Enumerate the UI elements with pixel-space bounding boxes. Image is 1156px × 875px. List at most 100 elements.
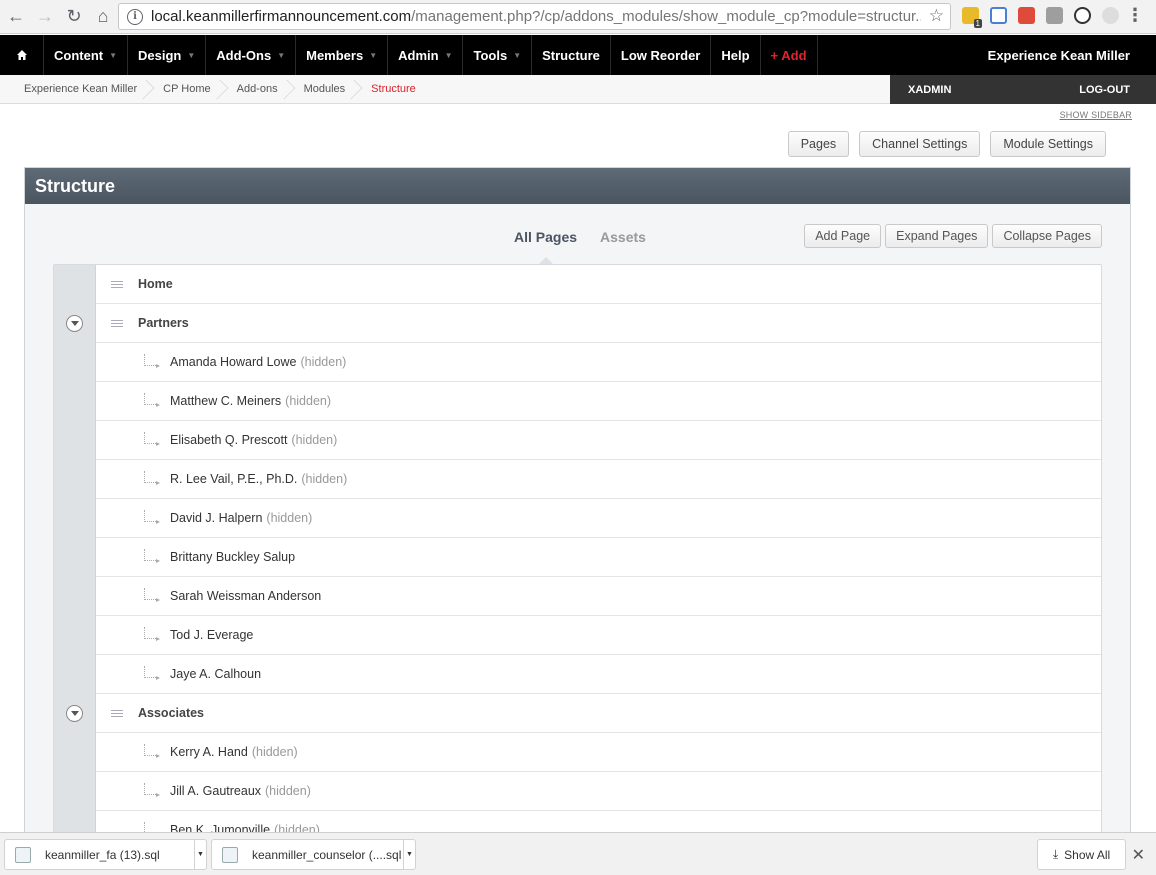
nav-members[interactable]: Members ▼ (296, 35, 389, 75)
row-gutter (54, 498, 96, 538)
extension-mail-icon[interactable]: 1 (962, 7, 982, 28)
drag-handle-icon[interactable] (111, 709, 123, 717)
forward-icon[interactable]: → (32, 4, 58, 30)
breadcrumb-item[interactable]: Add-ons (225, 75, 292, 104)
nav-low-reorder-label: Low Reorder (620, 47, 701, 63)
page-title-link[interactable]: Associates (138, 706, 204, 720)
tree-row-child[interactable]: Kerry A. Hand (hidden) (54, 732, 1101, 772)
nav-content[interactable]: Content ▼ (44, 35, 129, 75)
address-bar[interactable]: i local.keanmillerfirmannouncement.com/m… (118, 3, 951, 30)
add-page-button[interactable]: Add Page (804, 224, 882, 248)
nav-tools[interactable]: Tools ▼ (463, 35, 533, 75)
child-branch-icon (144, 393, 160, 407)
page-title-link[interactable]: Matthew C. Meiners (170, 394, 281, 408)
extension-tag-icon[interactable] (990, 7, 1007, 24)
download-item[interactable]: keanmiller_fa (13).sql ▼ (4, 839, 207, 870)
page-title-link[interactable]: Partners (138, 316, 189, 330)
nav-low-reorder[interactable]: Low Reorder (611, 35, 712, 75)
nav-structure-label: Structure (542, 47, 600, 63)
tree-row-parent[interactable]: Associates (54, 693, 1101, 733)
extension-gear-icon[interactable] (1102, 7, 1119, 24)
breadcrumb-item[interactable]: Modules (292, 75, 360, 104)
tree-row-child[interactable]: Jill A. Gautreaux (hidden) (54, 771, 1101, 811)
page-title-link[interactable]: Home (138, 277, 173, 291)
home-icon[interactable]: ⌂ (90, 4, 116, 30)
channel-settings-button[interactable]: Channel Settings (859, 131, 981, 157)
hidden-status-label: (hidden) (301, 472, 348, 486)
breadcrumb: Experience Kean Miller CP Home Add-ons M… (0, 75, 1156, 104)
tree-row-child[interactable]: Amanda Howard Lowe (hidden) (54, 342, 1101, 382)
pages-button[interactable]: Pages (787, 131, 850, 157)
reload-icon[interactable]: ↻ (61, 4, 87, 30)
tab-assets[interactable]: Assets (600, 229, 646, 245)
browser-menu-icon[interactable]: ⋮ (1126, 5, 1144, 26)
drag-handle-icon[interactable] (111, 280, 123, 288)
tree-row-child[interactable]: Elisabeth Q. Prescott (hidden) (54, 420, 1101, 460)
breadcrumb-item[interactable]: CP Home (151, 75, 224, 104)
cms-home-icon[interactable] (0, 35, 44, 75)
tree-row-child[interactable]: Matthew C. Meiners (hidden) (54, 381, 1101, 421)
collapse-toggle-icon[interactable] (66, 314, 83, 332)
show-all-downloads-button[interactable]: ⤓ Show All (1037, 839, 1126, 870)
page-title-link[interactable]: Sarah Weissman Anderson (170, 589, 321, 603)
page-title-link[interactable]: R. Lee Vail, P.E., Ph.D. (170, 472, 297, 486)
chevron-down-icon: ▼ (109, 50, 118, 60)
nav-addons[interactable]: Add-Ons ▼ (206, 35, 297, 75)
row-gutter (54, 576, 96, 616)
page-title-link[interactable]: Jill A. Gautreaux (170, 784, 261, 798)
username-link[interactable]: XADMIN (908, 84, 951, 96)
tree-row-child[interactable]: Tod J. Everage (54, 615, 1101, 655)
file-icon (15, 846, 31, 863)
tree-row-child[interactable]: Brittany Buckley Salup (54, 537, 1101, 577)
extension-puzzle-icon[interactable] (1018, 7, 1035, 24)
nav-add-button[interactable]: + Add (761, 35, 818, 75)
collapse-toggle-icon[interactable] (66, 704, 83, 722)
tree-row-child[interactable]: Jaye A. Calhoun (54, 654, 1101, 694)
extension-panda-icon[interactable] (1074, 7, 1091, 24)
page-tree: Home Partners Amanda Howard Lowe (hidden) Ma… (53, 264, 1102, 851)
chevron-down-icon: ▼ (369, 50, 378, 60)
nav-structure[interactable]: Structure (532, 35, 611, 75)
nav-admin[interactable]: Admin ▼ (388, 35, 464, 75)
tree-row-child[interactable]: Sarah Weissman Anderson (54, 576, 1101, 616)
extension-badge: 1 (973, 19, 982, 28)
back-icon[interactable]: ← (3, 4, 29, 30)
collapse-pages-button[interactable]: Collapse Pages (992, 224, 1102, 248)
site-name-link[interactable]: Experience Kean Miller (988, 48, 1130, 63)
extension-icons: 1 (962, 7, 1119, 28)
page-title-link[interactable]: David J. Halpern (170, 511, 262, 525)
nav-help[interactable]: Help (711, 35, 761, 75)
tree-row-parent[interactable]: Home (54, 264, 1101, 304)
page-title-link[interactable]: Kerry A. Hand (170, 745, 248, 759)
panel-title: Structure (25, 168, 1130, 204)
tree-row-child[interactable]: David J. Halpern (hidden) (54, 498, 1101, 538)
nav-addons-label: Add-Ons (216, 47, 272, 63)
url-text[interactable]: local.keanmillerfirmannouncement.com/man… (151, 8, 921, 25)
tab-all-pages[interactable]: All Pages (514, 229, 577, 245)
expand-pages-button[interactable]: Expand Pages (885, 224, 989, 248)
site-info-icon[interactable]: i (127, 8, 143, 25)
chevron-down-icon[interactable]: ▼ (403, 840, 415, 869)
tree-row-child[interactable]: R. Lee Vail, P.E., Ph.D. (hidden) (54, 459, 1101, 499)
drag-handle-icon[interactable] (111, 319, 123, 327)
bookmark-star-icon[interactable]: ☆ (929, 6, 944, 26)
nav-design[interactable]: Design ▼ (128, 35, 207, 75)
show-sidebar-link[interactable]: SHOW SIDEBAR (1060, 110, 1132, 120)
row-gutter (54, 615, 96, 655)
logout-link[interactable]: LOG-OUT (1079, 84, 1130, 96)
extension-gray-icon[interactable] (1046, 7, 1063, 24)
close-icon[interactable]: ✕ (1132, 845, 1145, 865)
module-settings-button[interactable]: Module Settings (990, 131, 1106, 157)
breadcrumb-item[interactable]: Experience Kean Miller (0, 75, 151, 104)
chevron-down-icon[interactable]: ▼ (194, 840, 206, 869)
cms-main-nav: Content ▼ Design ▼ Add-Ons ▼ Members ▼ Admin… (0, 35, 1156, 75)
page-title-link[interactable]: Elisabeth Q. Prescott (170, 433, 287, 447)
page-title-link[interactable]: Jaye A. Calhoun (170, 667, 261, 681)
nav-design-label: Design (138, 47, 182, 63)
page-title-link[interactable]: Tod J. Everage (170, 628, 253, 642)
page-title-link[interactable]: Amanda Howard Lowe (170, 355, 296, 369)
download-item[interactable]: keanmiller_counselor (....sql ▼ (211, 839, 416, 870)
nav-add-label: + Add (770, 47, 807, 63)
tree-row-parent[interactable]: Partners (54, 303, 1101, 343)
page-title-link[interactable]: Brittany Buckley Salup (170, 550, 295, 564)
